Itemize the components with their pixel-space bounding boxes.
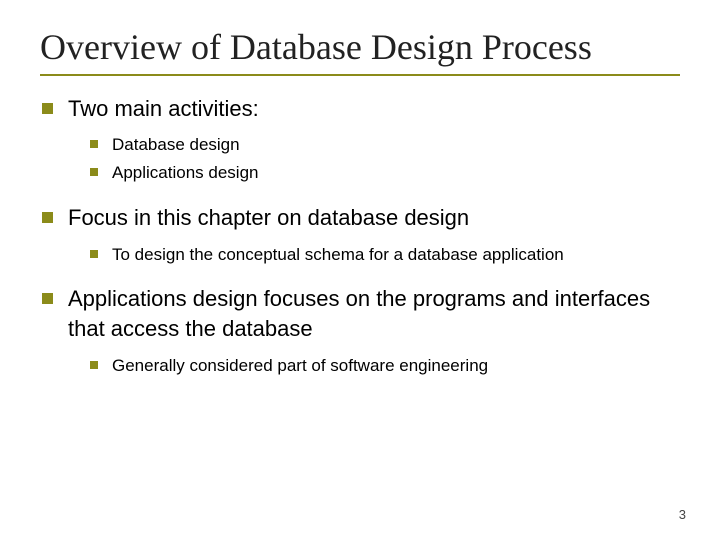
sub-list-item-text: Generally considered part of software en…	[112, 356, 488, 375]
bullet-list: Two main activities: Database design App…	[40, 94, 680, 378]
sub-list-item: To design the conceptual schema for a da…	[90, 243, 680, 267]
sub-list-item: Applications design	[90, 161, 680, 185]
sub-list-item-text: To design the conceptual schema for a da…	[112, 245, 564, 264]
sub-list-item: Generally considered part of software en…	[90, 354, 680, 378]
list-item: Focus in this chapter on database design…	[40, 203, 680, 266]
sub-list: Generally considered part of software en…	[68, 354, 680, 378]
list-item: Two main activities: Database design App…	[40, 94, 680, 185]
slide: Overview of Database Design Process Two …	[0, 0, 720, 540]
list-item-text: Two main activities:	[68, 96, 259, 121]
sub-list-item: Database design	[90, 133, 680, 157]
slide-title: Overview of Database Design Process	[40, 28, 680, 68]
list-item-text: Focus in this chapter on database design	[68, 205, 469, 230]
sub-list: Database design Applications design	[68, 133, 680, 185]
title-underline	[40, 74, 680, 76]
sub-list-item-text: Database design	[112, 135, 240, 154]
sub-list-item-text: Applications design	[112, 163, 258, 182]
page-number: 3	[679, 507, 686, 522]
list-item-text: Applications design focuses on the progr…	[68, 286, 650, 341]
list-item: Applications design focuses on the progr…	[40, 284, 680, 377]
sub-list: To design the conceptual schema for a da…	[68, 243, 680, 267]
